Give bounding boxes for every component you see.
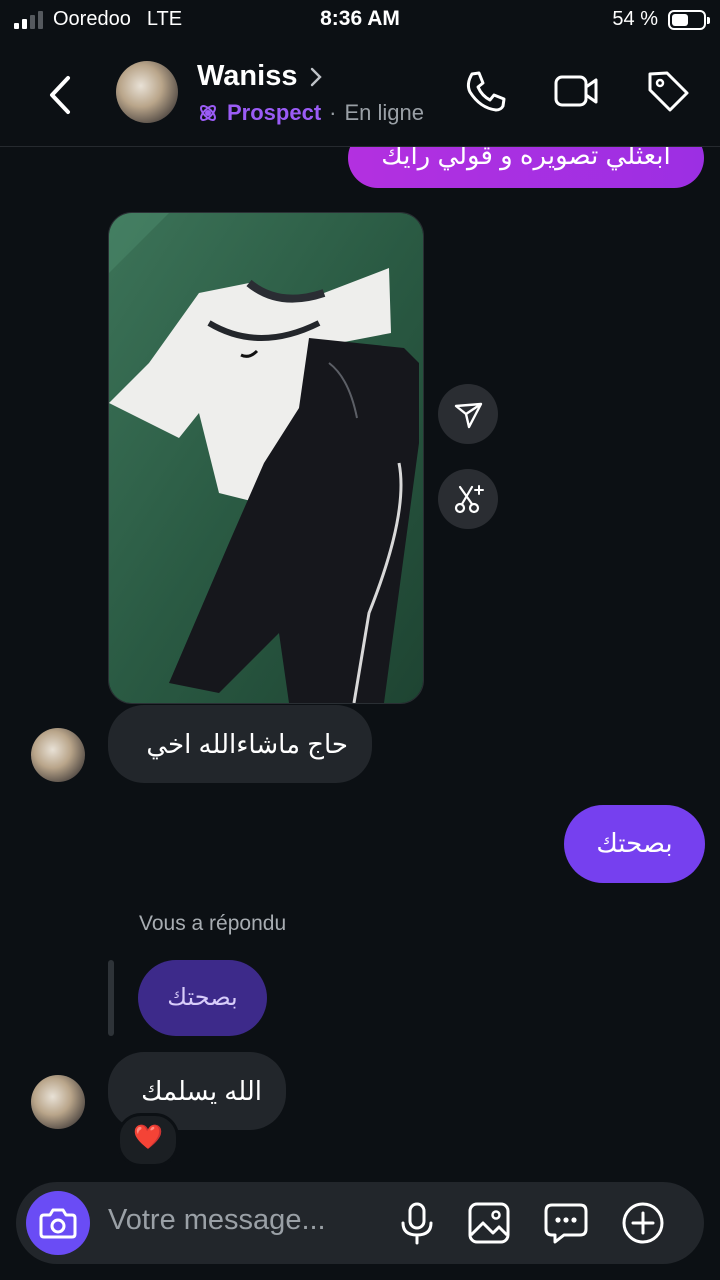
presence-status: En ligne: [344, 100, 424, 125]
reply-label: Vous a répondu: [139, 912, 287, 935]
contact-avatar[interactable]: [31, 1075, 85, 1129]
phone-icon[interactable]: [460, 66, 510, 116]
contact-name-text: Waniss: [197, 60, 298, 92]
send-icon: [454, 402, 483, 429]
message-composer: Votre message...: [16, 1182, 704, 1264]
status-bar: Ooredoo LTE 8:36 AM 54 %: [0, 0, 720, 40]
quoted-message[interactable]: بصحتك: [138, 960, 267, 1036]
scissors-sparkle-icon: [454, 485, 484, 514]
shared-photo[interactable]: [108, 212, 424, 704]
contact-avatar[interactable]: [31, 728, 85, 782]
contact-subtitle: Prospect · En ligne: [197, 100, 437, 126]
sticker-chat-icon[interactable]: [542, 1199, 590, 1247]
battery-info: 54 %: [612, 8, 710, 31]
remix-button[interactable]: [438, 469, 498, 529]
heart-icon: ❤️: [133, 1124, 163, 1151]
message-input[interactable]: Votre message...: [108, 1204, 326, 1237]
prospect-label: Prospect: [227, 100, 322, 125]
incoming-message[interactable]: حاج ماشاءالله اخي: [108, 705, 372, 783]
camera-icon: [39, 1208, 77, 1239]
microphone-icon[interactable]: [393, 1199, 441, 1247]
outgoing-message[interactable]: بصحتك: [564, 805, 705, 883]
prospect-icon: [200, 105, 216, 121]
camera-button[interactable]: [26, 1191, 90, 1255]
contact-name[interactable]: Waniss: [197, 60, 323, 93]
share-button[interactable]: [438, 384, 498, 444]
heart-reaction[interactable]: ❤️: [117, 1113, 179, 1167]
separator: ·: [329, 100, 337, 125]
gallery-icon[interactable]: [465, 1199, 513, 1247]
reply-indicator: [108, 960, 114, 1036]
video-call-icon[interactable]: [551, 66, 601, 116]
chat-header: Waniss Prospect · En ligne: [0, 40, 720, 147]
battery-percent: 54 %: [612, 8, 658, 30]
plus-circle-icon[interactable]: [619, 1199, 667, 1247]
contact-avatar[interactable]: [116, 61, 178, 123]
tag-icon[interactable]: [643, 66, 693, 116]
back-arrow-icon[interactable]: [40, 70, 80, 120]
clothing-photo: [109, 213, 423, 703]
chevron-right-icon: [311, 67, 323, 86]
battery-icon: [668, 9, 710, 30]
